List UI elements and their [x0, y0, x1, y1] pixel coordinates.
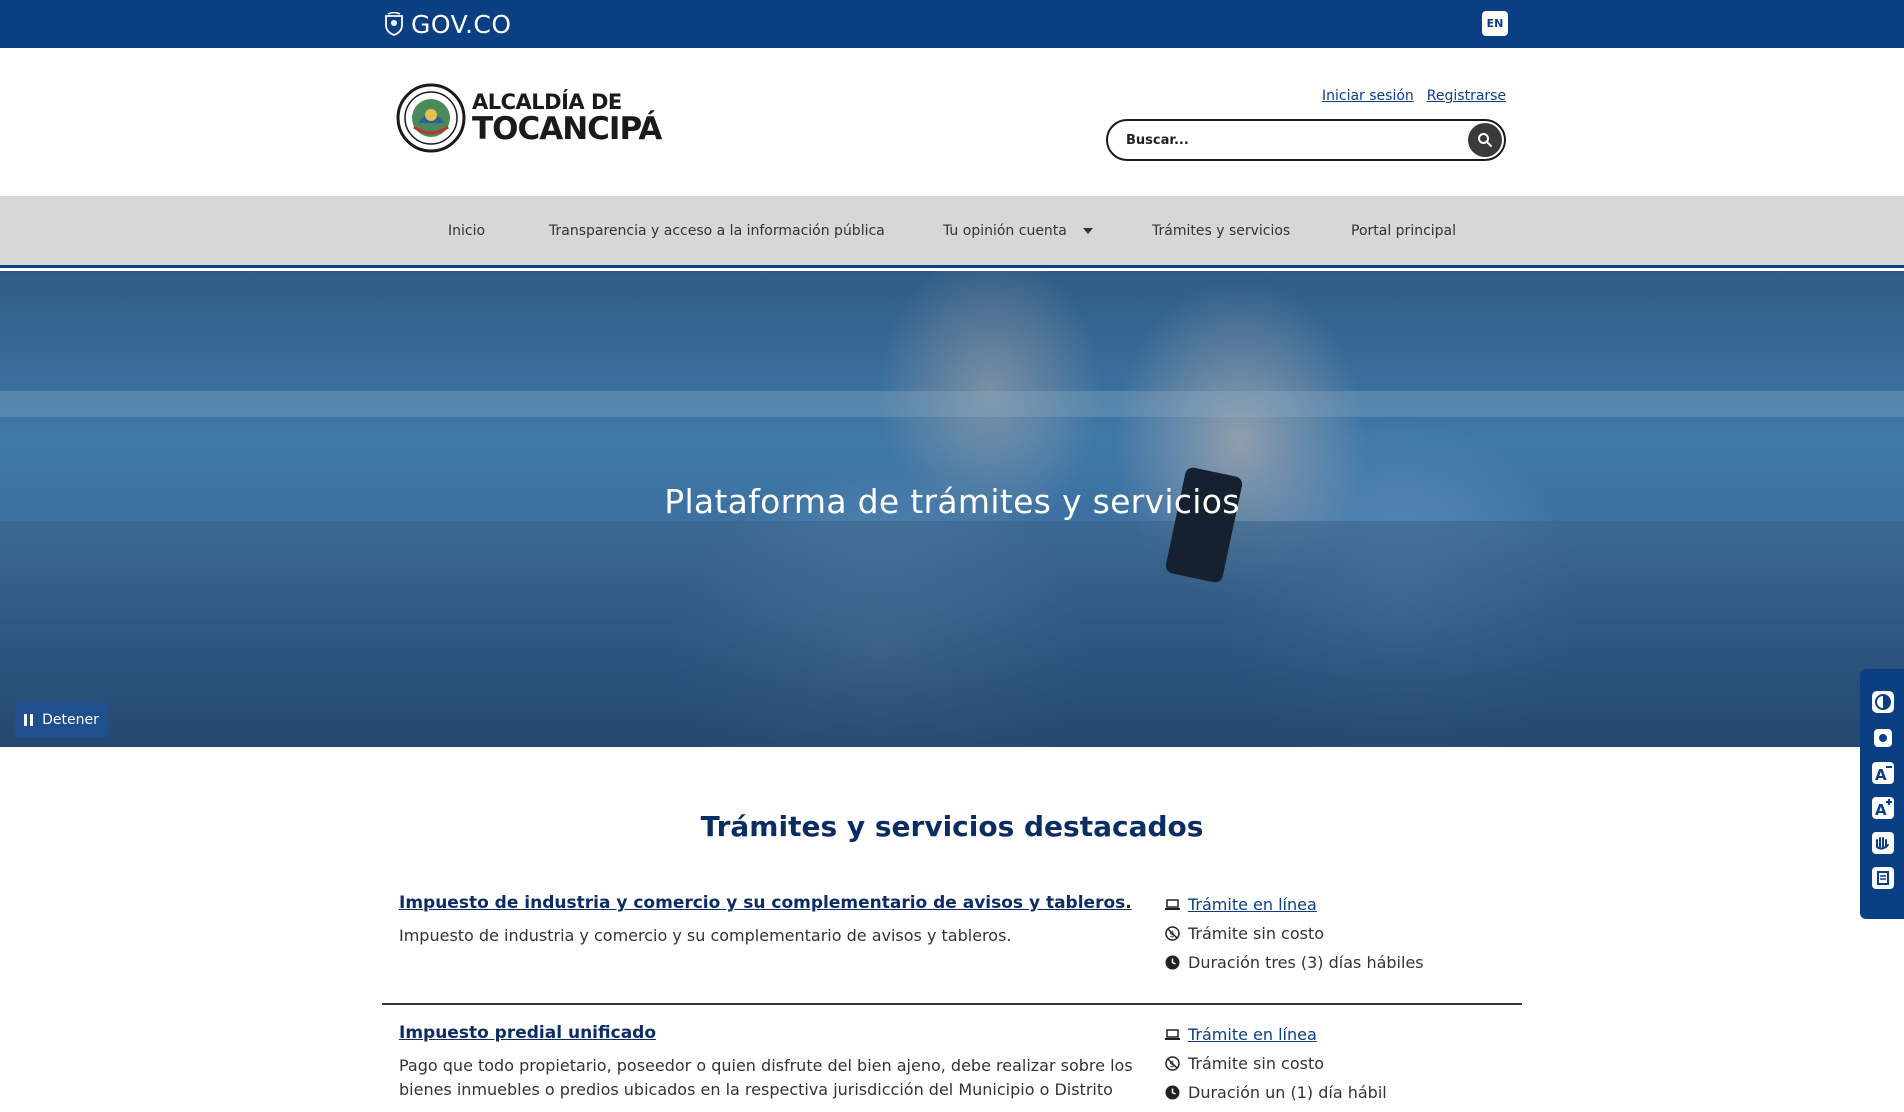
search-input[interactable]	[1126, 129, 1426, 151]
hero-sofa-shape	[0, 521, 1904, 747]
online-procedure-row: Trámite en línea	[1164, 1020, 1514, 1049]
nav-item-label: Inicio	[448, 222, 486, 239]
govco-logo[interactable]: GOV.CO	[383, 8, 512, 40]
nav-item-label: Transparencia y acceso a la información …	[549, 222, 885, 239]
clock-icon	[1164, 1085, 1180, 1101]
caret-down-icon	[1082, 227, 1093, 234]
search-icon	[1478, 133, 1492, 147]
hero-background-detail	[0, 391, 1904, 417]
site-header: ALCALDÍA DE TOCANCIPÁ Iniciar sesión Reg…	[0, 48, 1904, 196]
no-cost-icon: $	[1164, 926, 1180, 942]
clock-icon	[1164, 955, 1180, 971]
auth-links: Iniciar sesión Registrarse	[1322, 88, 1506, 104]
featured-section-title: Trámites y servicios destacados	[700, 810, 1204, 843]
laptop-icon	[1164, 897, 1180, 913]
nav-item-inicio[interactable]: Inicio	[448, 196, 485, 265]
stop-slideshow-button[interactable]: Detener	[15, 701, 108, 738]
duration-row: Duración un (1) día hábil	[1164, 1078, 1514, 1107]
decrease-font-button[interactable]: A	[1870, 760, 1896, 786]
contrast-icon	[1872, 691, 1894, 713]
online-procedure-row: Trámite en línea	[1164, 890, 1514, 919]
govco-bar: GOV.CO EN	[0, 0, 1904, 48]
decrease-font-icon: A	[1872, 762, 1894, 784]
language-toggle-button[interactable]: EN	[1482, 11, 1508, 36]
duration-row: Duración tres (3) días hábiles	[1164, 948, 1514, 977]
svg-text:A: A	[1875, 766, 1887, 784]
nav-item-portal[interactable]: Portal principal	[1351, 196, 1456, 265]
laptop-icon	[1164, 1027, 1180, 1043]
hero-banner: Plataforma de trámites y servicios Deten…	[0, 271, 1904, 747]
nav-item-label: Trámites y servicios	[1152, 222, 1291, 239]
nav-item-transparencia[interactable]: Transparencia y acceso a la información …	[549, 196, 885, 265]
procedure-description: Impuesto de industria y comercio y su co…	[399, 926, 1012, 945]
relief-center-icon	[1872, 867, 1894, 889]
logo-line-alcaldia: ALCALDÍA DE	[472, 89, 622, 114]
procedure-item: Impuesto de industria y comercio y su co…	[382, 890, 1522, 1000]
procedure-divider	[382, 1003, 1522, 1005]
register-link[interactable]: Registrarse	[1427, 88, 1506, 104]
stop-label: Detener	[42, 711, 99, 728]
cost-row: $ Trámite sin costo	[1164, 1049, 1514, 1078]
hero-title: Plataforma de trámites y servicios	[664, 482, 1240, 521]
procedure-meta: Trámite en línea $ Trámite sin costo Dur…	[1164, 1020, 1514, 1107]
procedure-item: Impuesto predial unificado Pago que todo…	[382, 1020, 1522, 1112]
dark-mode-button[interactable]	[1870, 725, 1896, 751]
online-procedure-link[interactable]: Trámite en línea	[1188, 1025, 1317, 1044]
nav-item-tramites[interactable]: Trámites y servicios	[1152, 196, 1290, 265]
cost-row: $ Trámite sin costo	[1164, 919, 1514, 948]
nav-item-tu-opinion[interactable]: Tu opinión cuenta	[943, 196, 1093, 265]
nav-item-label: Tu opinión cuenta	[943, 222, 1067, 239]
accessibility-bar: A A	[1860, 669, 1904, 919]
cost-text: Trámite sin costo	[1188, 924, 1325, 943]
pause-icon	[24, 713, 34, 726]
govco-brand-text: GOV.CO	[411, 9, 512, 39]
municipal-seal-icon	[396, 83, 466, 153]
login-link[interactable]: Iniciar sesión	[1322, 88, 1414, 104]
cost-text: Trámite sin costo	[1188, 1054, 1325, 1073]
main-navigation: Inicio Transparencia y acceso a la infor…	[0, 196, 1904, 268]
procedure-title-link[interactable]: Impuesto de industria y comercio y su co…	[399, 893, 1132, 913]
procedure-title-link[interactable]: Impuesto predial unificado	[399, 1023, 656, 1043]
logo-line-tocancipa: TOCANCIPÁ	[472, 110, 662, 147]
duration-text: Duración tres (3) días hábiles	[1188, 953, 1424, 972]
online-procedure-link[interactable]: Trámite en línea	[1188, 895, 1317, 914]
search-button[interactable]	[1468, 123, 1502, 157]
procedure-description: Pago que todo propietario, poseedor o qu…	[399, 1056, 1133, 1099]
dark-mode-icon	[1874, 729, 1892, 747]
duration-text: Duración un (1) día hábil	[1188, 1083, 1387, 1102]
relief-center-button[interactable]	[1870, 865, 1896, 891]
procedure-meta: Trámite en línea $ Trámite sin costo Dur…	[1164, 890, 1514, 977]
search-box	[1106, 119, 1506, 161]
colombia-shield-icon	[385, 12, 403, 36]
alcaldia-logo[interactable]: ALCALDÍA DE TOCANCIPÁ	[396, 83, 662, 153]
nav-item-label: Portal principal	[1351, 222, 1457, 239]
contrast-button[interactable]	[1870, 689, 1896, 715]
no-cost-icon: $	[1164, 1056, 1180, 1072]
